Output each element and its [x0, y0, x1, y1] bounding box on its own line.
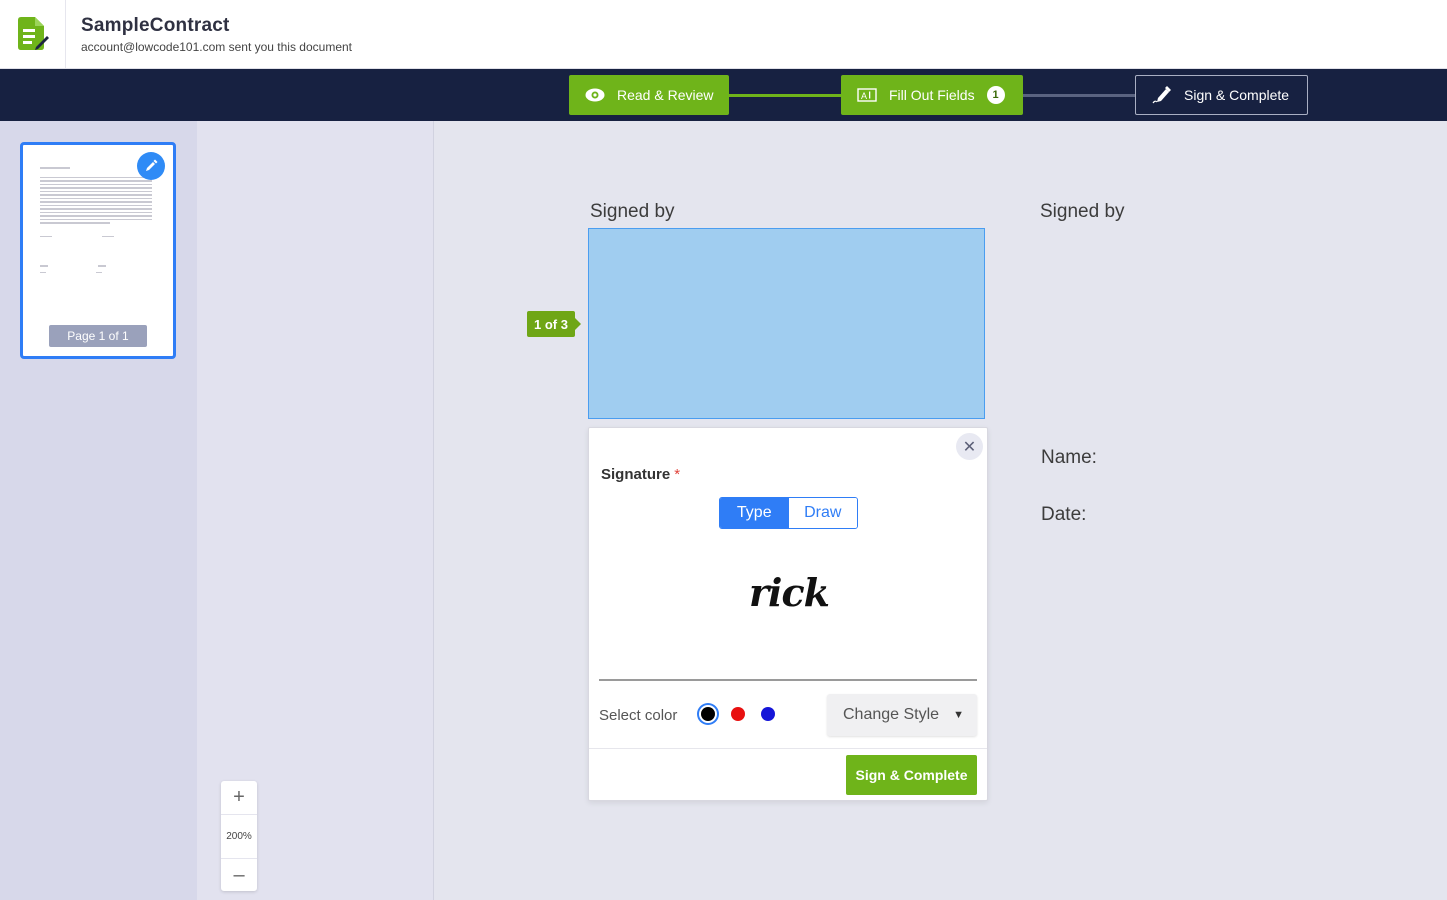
progress-stepper: Read & Review A Fill Out Fields 1 Sign &…: [0, 69, 1447, 121]
signature-field[interactable]: [588, 228, 985, 419]
step-connector: [1022, 94, 1136, 97]
signature-label: Signature: [601, 466, 671, 483]
eye-icon: [585, 88, 605, 102]
edit-signature-icon: [137, 152, 165, 180]
signed-by-label-right: Signed by: [1040, 201, 1125, 222]
page-number-label: Page 1 of 1: [49, 325, 147, 347]
color-black-option[interactable]: [701, 707, 715, 721]
pen-icon: [1152, 86, 1172, 104]
sender-info: account@lowcode101.com sent you this doc…: [81, 40, 353, 54]
thumbnail-preview: [40, 167, 152, 275]
date-label: Date:: [1041, 504, 1087, 525]
signature-heading: Signature *: [601, 466, 680, 483]
step-label: Sign & Complete: [1184, 87, 1290, 103]
zoom-control: + 200% –: [221, 781, 257, 891]
svg-text:A: A: [861, 91, 867, 101]
signature-baseline: [599, 679, 977, 681]
step-label: Read & Review: [617, 87, 714, 103]
signature-dialog: ✕ Signature * Type Draw rick Select color…: [588, 427, 988, 801]
step-connector: [728, 94, 842, 97]
select-color-label: Select color: [599, 707, 678, 724]
step-label: Fill Out Fields: [889, 87, 975, 103]
caret-down-icon: ▼: [953, 709, 964, 721]
zoom-out-button[interactable]: –: [221, 859, 257, 891]
color-blue-option[interactable]: [761, 707, 775, 721]
step-sign-complete[interactable]: Sign & Complete: [1135, 75, 1308, 115]
field-position-tag: 1 of 3: [527, 311, 581, 337]
sign-complete-button[interactable]: Sign & Complete: [846, 755, 977, 795]
page-thumbnails-sidebar: Page 1 of 1: [0, 121, 197, 900]
step-fill-fields[interactable]: A Fill Out Fields 1: [841, 75, 1023, 115]
tab-draw[interactable]: Draw: [788, 498, 857, 528]
document-sign-icon: [18, 17, 49, 50]
name-label: Name:: [1041, 447, 1097, 468]
signed-by-label-left: Signed by: [590, 201, 675, 222]
change-style-dropdown[interactable]: Change Style ▼: [827, 694, 977, 736]
close-button[interactable]: ✕: [956, 433, 983, 460]
signature-mode-toggle: Type Draw: [719, 497, 858, 529]
signature-preview[interactable]: rick: [589, 570, 989, 615]
document-title: SampleContract: [81, 15, 230, 36]
fields-count-badge: 1: [986, 86, 1005, 104]
zoom-in-button[interactable]: +: [221, 781, 257, 813]
app-header: SampleContract account@lowcode101.com se…: [0, 0, 1447, 69]
change-style-label: Change Style: [843, 706, 940, 723]
tab-type[interactable]: Type: [720, 498, 789, 528]
required-marker: *: [674, 466, 681, 483]
dialog-divider: [589, 748, 987, 749]
app-logo: [0, 0, 66, 68]
color-red-option[interactable]: [731, 707, 745, 721]
text-field-icon: A: [857, 88, 877, 102]
page-thumbnail[interactable]: Page 1 of 1: [20, 142, 176, 359]
zoom-level: 200%: [221, 814, 257, 859]
step-read-review[interactable]: Read & Review: [569, 75, 729, 115]
